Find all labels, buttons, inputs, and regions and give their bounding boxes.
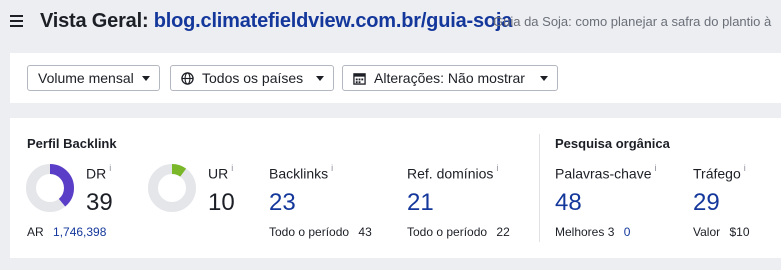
ur-value: 10: [208, 189, 235, 216]
volume-dropdown-label: Volume mensal: [38, 70, 134, 86]
info-icon[interactable]: i: [496, 163, 498, 173]
globe-icon: [181, 71, 194, 85]
menu-icon[interactable]: [10, 15, 23, 27]
countries-dropdown-label: Todos os países: [202, 70, 304, 86]
ur-label: UR i: [208, 163, 234, 182]
ur-donut-chart: [148, 164, 196, 212]
chevron-down-icon: [142, 76, 150, 81]
ref-domains-all-time-value: 22: [496, 225, 510, 239]
info-icon[interactable]: i: [331, 163, 333, 173]
ar-metric: AR 1,746,398: [27, 225, 106, 239]
page-title-label: Vista Geral:: [40, 10, 149, 32]
organic-search-title: Pesquisa orgânica: [555, 136, 670, 151]
chevron-down-icon: [540, 76, 548, 81]
info-icon[interactable]: i: [109, 163, 111, 173]
ar-value[interactable]: 1,746,398: [53, 225, 106, 239]
keywords-top3-value[interactable]: 0: [624, 225, 631, 239]
traffic-value-usd-label: Valor: [693, 225, 721, 239]
page-header: Vista Geral: blog.climatefieldview.com.b…: [0, 0, 781, 48]
page-title: Vista Geral: blog.climatefieldview.com.b…: [40, 10, 512, 33]
dr-value: 39: [86, 189, 113, 216]
traffic-value[interactable]: 29: [693, 189, 720, 217]
metrics-panel: Perfil Backlink DR i 39 UR i 10 AR 1,746,3…: [10, 118, 781, 258]
changes-dropdown-label: Alterações: Não mostrar: [374, 70, 525, 86]
ref-domains-label: Ref. domínios i: [407, 163, 499, 182]
keywords-top3: Melhores 3 0: [555, 225, 630, 239]
dr-donut-chart: [26, 164, 74, 212]
page-subtitle: Guia da Soja: como planejar a safra do p…: [493, 14, 772, 29]
backlinks-all-time-label: Todo o período: [269, 225, 350, 239]
traffic-value-usd-amount: $10: [729, 225, 750, 239]
backlinks-label: Backlinks i: [269, 163, 334, 182]
changes-dropdown[interactable]: Alterações: Não mostrar: [342, 65, 558, 91]
dr-label: DR i: [86, 163, 112, 182]
chevron-down-icon: [316, 76, 324, 81]
keywords-top3-label: Melhores 3: [555, 225, 615, 239]
info-icon[interactable]: i: [231, 163, 233, 173]
keywords-value[interactable]: 48: [555, 189, 582, 217]
page-title-url[interactable]: blog.climatefieldview.com.br/guia-soja: [154, 10, 513, 32]
traffic-value-usd: Valor $10: [693, 225, 750, 239]
section-divider: [539, 134, 540, 242]
volume-dropdown[interactable]: Volume mensal: [27, 65, 160, 91]
ref-domains-all-time: Todo o período 22: [407, 225, 510, 239]
calendar-icon: [353, 72, 366, 85]
backlink-profile-title: Perfil Backlink: [27, 136, 117, 151]
ref-domains-all-time-label: Todo o período: [407, 225, 488, 239]
traffic-label: Tráfego i: [693, 163, 746, 182]
info-icon[interactable]: i: [655, 163, 657, 173]
ref-domains-value[interactable]: 21: [407, 189, 434, 217]
info-icon[interactable]: i: [744, 163, 746, 173]
backlinks-value[interactable]: 23: [269, 189, 296, 217]
filter-bar: Volume mensal Todos os países Alterações…: [10, 53, 781, 103]
backlinks-all-time-value: 43: [358, 225, 372, 239]
ar-label: AR: [27, 225, 44, 239]
countries-dropdown[interactable]: Todos os países: [170, 65, 334, 91]
backlinks-all-time: Todo o período 43: [269, 225, 372, 239]
keywords-label: Palavras-chave i: [555, 163, 657, 182]
